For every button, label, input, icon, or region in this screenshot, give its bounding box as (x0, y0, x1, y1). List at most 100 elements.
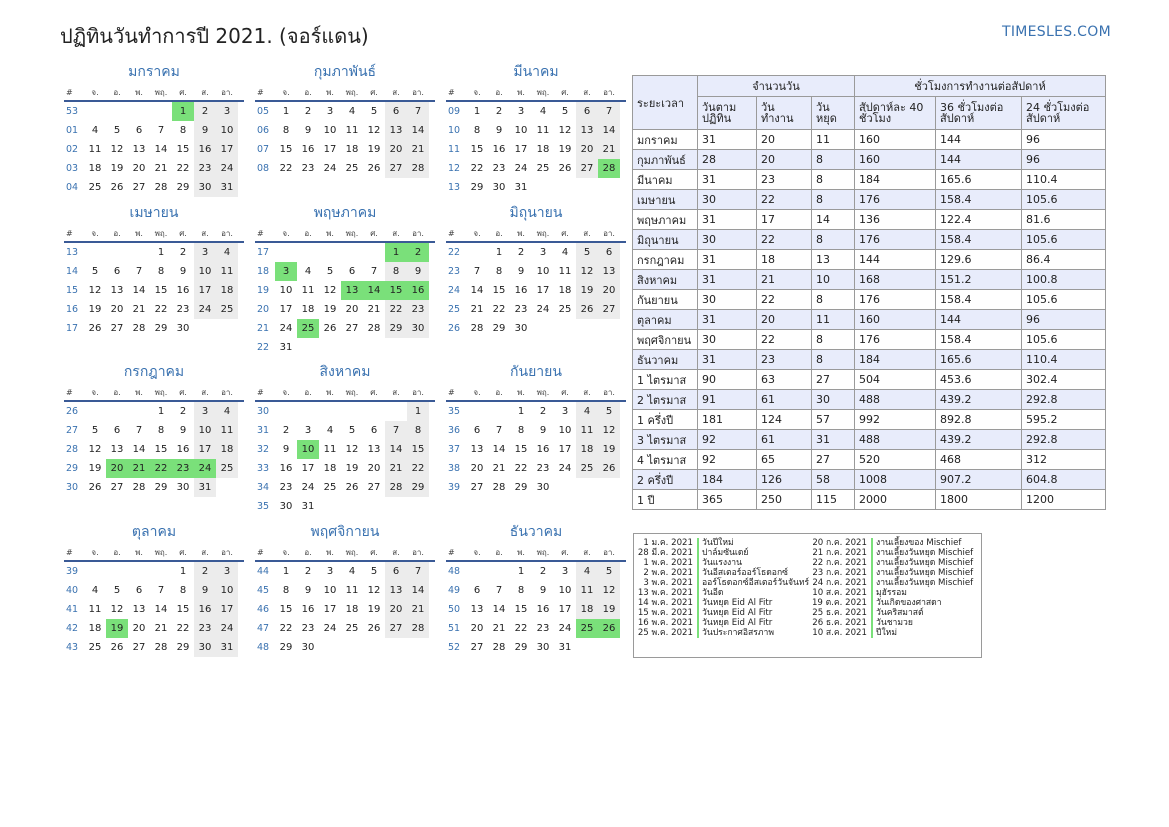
week-number: 36 (448, 425, 461, 436)
weekday-label: ศ. (561, 228, 569, 238)
week-number: 34 (257, 482, 270, 493)
day-cell: 13 (367, 444, 381, 455)
weekday-label: อา. (221, 387, 233, 397)
empty-cell (341, 402, 363, 421)
week-row: 48 1 2 3 4 5 (446, 562, 626, 581)
day-cell: 4 (561, 247, 569, 258)
week-row: 40 4 5 6 7 8 9 10 (64, 581, 244, 600)
period-cell: 3 ไตรมาส (632, 429, 698, 450)
day-cell: 30 (407, 319, 429, 338)
week-number: 46 (257, 604, 270, 615)
weekday-label: ส. (392, 87, 400, 97)
weekday-label: อา. (603, 387, 615, 397)
day-cell: 17 (323, 604, 337, 615)
holiday-row: 19 ต.ค. 2021 วันเกิดของศาสดา (811, 598, 973, 608)
week-number: 20 (257, 304, 270, 315)
day-cell: 23 (172, 459, 194, 478)
value-cell: 160 (854, 149, 936, 170)
month-calendar: มิถุนายน # จ. อ. พ. พฤ. ศ. ส. อา. 22 1 2 3 4 5 6 23 7 8 9 10… (446, 203, 626, 338)
day-cell: 28 (154, 182, 168, 193)
day-cell: 4 (216, 243, 238, 262)
day-cell: 23 (194, 619, 216, 638)
week-number: 49 (448, 585, 461, 596)
day-cell: 28 (470, 323, 484, 334)
empty-cell (84, 102, 106, 121)
empty-cell (554, 178, 576, 197)
period-cell: 4 ไตรมาส (632, 449, 698, 470)
week-number: 27 (66, 425, 79, 436)
day-cell: 9 (282, 444, 290, 455)
day-cell: 18 (323, 463, 337, 474)
month-name: กรกฎาคม (123, 364, 185, 380)
empty-cell (128, 402, 150, 421)
week-number: 13 (66, 247, 79, 258)
day-cell: 3 (194, 402, 216, 421)
day-cell: 16 (176, 285, 190, 296)
week-row: 43 25 26 27 28 29 30 31 (64, 638, 244, 657)
week-row: 39 27 28 29 30 (446, 478, 626, 497)
day-cell: 31 (216, 638, 238, 657)
value-cell: 468 (935, 449, 1022, 470)
value-cell: 23 (756, 349, 812, 370)
week-number: 30 (257, 406, 270, 417)
day-cell: 28 (385, 478, 407, 497)
week-number: 22 (257, 342, 270, 353)
holiday-list: 1 ม.ค. 2021 วันปีใหม่ 28 มี.ค. 2021 ปาล์มซั… (633, 533, 982, 658)
weekday-label: จ. (91, 228, 99, 238)
value-cell: 312 (1021, 449, 1106, 470)
period-cell: สิงหาคม (632, 269, 698, 290)
value-cell: 31 (811, 429, 855, 450)
day-cell: 1 (495, 247, 503, 258)
col-work: วันทำงาน (756, 96, 812, 130)
day-cell: 21 (132, 304, 146, 315)
holiday-name: วันอีด (702, 588, 724, 598)
week-row: 22 31 (255, 338, 435, 357)
holiday-name: วันเกิดของศาสดา (876, 598, 942, 608)
day-cell: 30 (536, 482, 550, 493)
empty-cell (488, 562, 510, 581)
day-cell: 5 (326, 266, 334, 277)
day-cell: 2 (194, 562, 216, 581)
day-cell: 12 (88, 444, 102, 455)
day-cell: 8 (407, 421, 429, 440)
day-cell: 31 (301, 501, 315, 512)
week-row: 44 1 2 3 4 5 6 7 (255, 562, 435, 581)
value-cell: 8 (811, 169, 855, 190)
day-cell: 24 (216, 159, 238, 178)
weekday-label: จ. (282, 387, 290, 397)
week-number: 45 (257, 585, 270, 596)
day-cell: 5 (598, 402, 620, 421)
period-cell: 2 ครึ่งปี (632, 469, 698, 490)
week-number: 42 (66, 623, 79, 634)
holiday-name: งานเลี้ยงวันหยุด Mischief (876, 568, 974, 578)
day-cell: 21 (470, 304, 484, 315)
month-calendar: พฤศจิกายน # จ. อ. พ. พฤ. ศ. ส. อา. 44 1 2 3 4 5 6 7 45 8 9 1… (255, 522, 435, 657)
site-link[interactable]: TIMESLES.COM (1002, 24, 1111, 40)
day-cell: 4 (348, 106, 356, 117)
week-number: 13 (448, 182, 461, 193)
week-row: 50 13 14 15 16 17 18 19 (446, 600, 626, 619)
empty-cell (363, 338, 385, 357)
weekday-label: ส. (392, 228, 400, 238)
day-cell: 7 (407, 102, 429, 121)
day-cell: 12 (598, 581, 620, 600)
day-cell: 16 (407, 281, 429, 300)
day-cell: 2 (407, 243, 429, 262)
day-cell: 30 (176, 323, 190, 334)
value-cell: 31 (697, 249, 757, 270)
day-cell: 2 (304, 106, 312, 117)
week-number: 09 (448, 106, 461, 117)
week-number: 29 (66, 463, 79, 474)
day-cell: 8 (179, 125, 187, 136)
day-cell: 21 (492, 463, 506, 474)
week-number: 15 (66, 285, 79, 296)
weekday-label: อา. (221, 87, 233, 97)
weekday-label: อ. (304, 87, 312, 97)
week-row: 26 1 2 3 4 (64, 402, 244, 421)
month-name: สิงหาคม (319, 364, 371, 380)
weekday-label: อา. (603, 228, 615, 238)
weekday-label: อ. (113, 387, 121, 397)
week-row: 29 19 20 21 22 23 24 25 (64, 459, 244, 478)
period-cell: ธันวาคม (632, 349, 698, 370)
value-cell: 22 (756, 189, 812, 210)
